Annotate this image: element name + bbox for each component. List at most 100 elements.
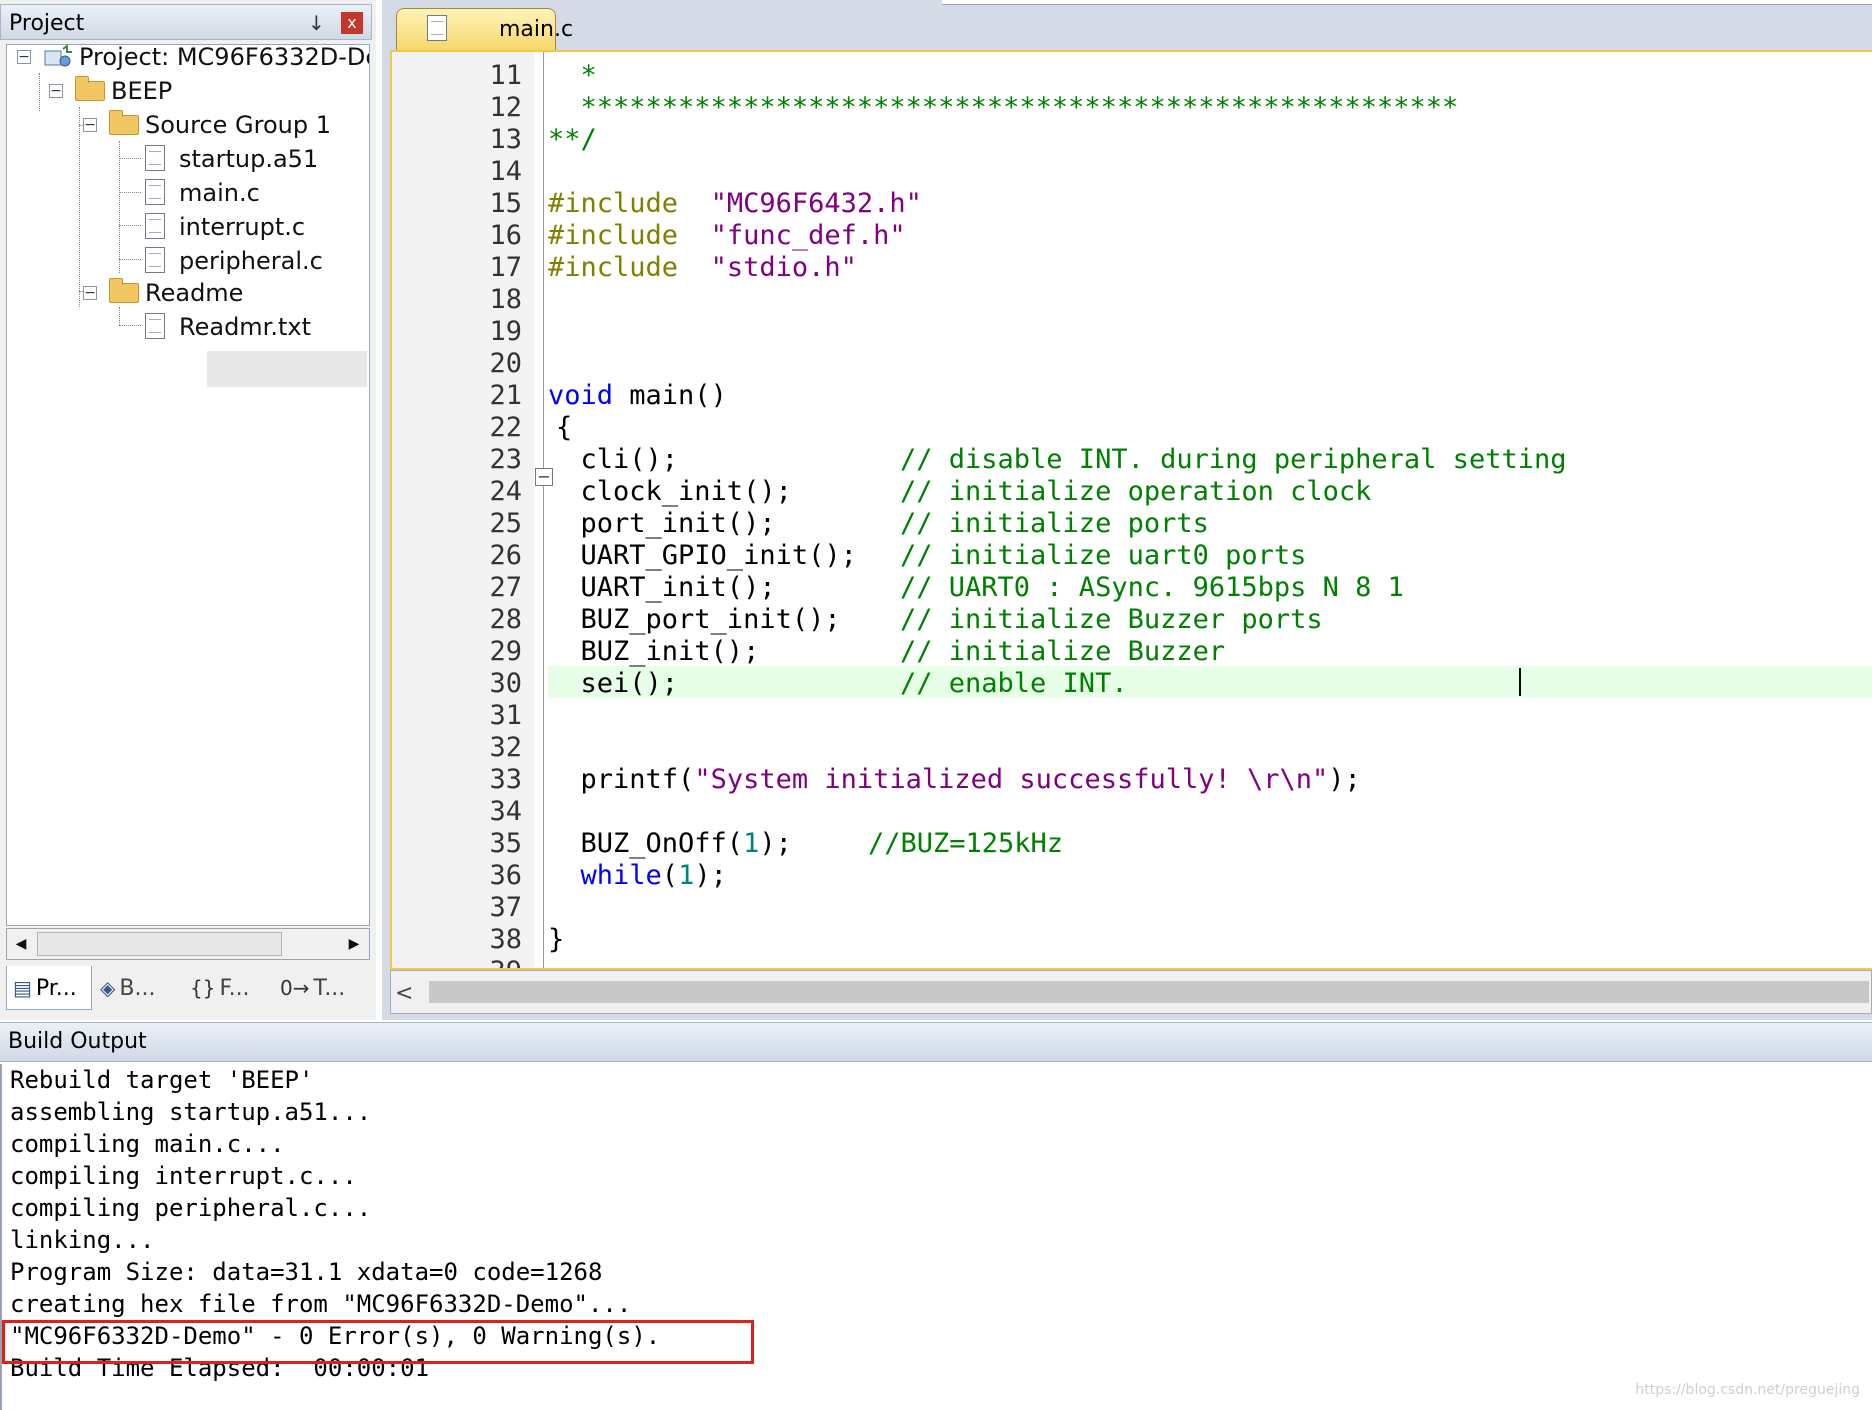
watermark: https://blog.csdn.net/preguejing (1635, 1382, 1860, 1398)
code-comment: //BUZ=125kHz (868, 828, 1064, 859)
output-line: creating hex file from "MC96F6332D-Demo"… (10, 1290, 632, 1318)
line-number: 33 (489, 764, 522, 795)
editor-area: main.c 11 12 13 14 15 16 17 18 19 20 21 … (382, 0, 1872, 1020)
code-line: BUZ_init(); (548, 636, 760, 667)
line-number: 29 (489, 636, 522, 667)
preprocessor-directive: #include (548, 252, 679, 283)
tab-label: Pr... (35, 976, 77, 1001)
string-literal: "func_def.h" (710, 220, 906, 251)
templates-icon: 0→ (280, 976, 310, 1000)
line-number: 28 (489, 604, 522, 635)
tree-item-label: Readme (145, 279, 244, 307)
collapse-icon[interactable]: − (17, 50, 31, 64)
file-icon (145, 313, 165, 339)
code-line: printf("System initialized successfully!… (548, 764, 1361, 796)
function-declaration: main() (613, 380, 727, 411)
tab-books[interactable]: ◈ B... (100, 966, 180, 1010)
tree-item-file[interactable]: interrupt.c (7, 209, 367, 245)
code-line: **/ (548, 124, 597, 155)
tree-item-file[interactable]: peripheral.c (7, 243, 367, 279)
line-number: 27 (489, 572, 522, 603)
preprocessor-directive: #include (548, 220, 679, 251)
file-icon (145, 247, 165, 273)
tab-templates[interactable]: 0→ T... (280, 966, 360, 1010)
target-folder-icon (75, 76, 105, 101)
keyword: while (548, 860, 662, 891)
code-punctuation: ( (661, 860, 679, 891)
code-line: * (548, 60, 597, 91)
keyword: void (548, 380, 614, 411)
output-line: Program Size: data=31.1 xdata=0 code=126… (10, 1258, 603, 1286)
code-line: UART_GPIO_init(); (548, 540, 857, 571)
tree-item-label: startup.a51 (179, 145, 319, 173)
code-line: } (548, 924, 565, 955)
number-literal: 1 (743, 828, 760, 859)
collapse-icon[interactable]: − (83, 286, 97, 300)
function-call: BUZ_OnOff( (548, 828, 744, 859)
line-number: 37 (489, 892, 522, 923)
tab-functions[interactable]: {} F... (190, 966, 270, 1010)
scrollbar-thumb[interactable] (429, 981, 1869, 1003)
scroll-left-icon[interactable]: ◀ (10, 933, 32, 955)
file-icon (427, 15, 447, 41)
close-icon[interactable]: x (341, 12, 363, 34)
pin-icon[interactable]: ↓ (308, 11, 325, 35)
line-number: 15 (489, 188, 522, 219)
tree-item-label: main.c (179, 179, 260, 207)
build-output-title: Build Output (8, 1029, 147, 1054)
line-number: 25 (489, 508, 522, 539)
collapse-icon[interactable]: − (49, 84, 63, 98)
code-line: UART_init(); (548, 572, 776, 603)
current-line-highlight (548, 666, 1872, 698)
tree-item-label: peripheral.c (179, 247, 323, 275)
project-panel: Project ↓ x − Project: MC96F6332D-Dem (0, 0, 376, 1020)
tree-item-project[interactable]: − Project: MC96F6332D-Dem (7, 45, 369, 75)
editor-horizontal-scrollbar[interactable]: < (390, 970, 1872, 1014)
tree-item-file-selected[interactable]: Readmr.txt (7, 309, 367, 345)
tree-item-label: BEEP (111, 77, 173, 105)
code-editor[interactable]: 11 12 13 14 15 16 17 18 19 20 21 22 23 2… (390, 50, 1872, 970)
tree-selection-highlight (207, 351, 367, 387)
tree-item-label: Readmr.txt (179, 313, 311, 341)
code-comment: // initialize operation clock (900, 476, 1372, 507)
line-number: 14 (489, 156, 522, 187)
output-line: assembling startup.a51... (10, 1098, 372, 1126)
line-number: 11 (489, 60, 522, 91)
line-number: 24 (489, 476, 522, 507)
number-literal: 1 (678, 860, 695, 891)
scrollbar-thumb[interactable] (37, 932, 282, 956)
tree-item-file[interactable]: startup.a51 (7, 141, 367, 177)
scroll-right-icon[interactable]: ▶ (343, 933, 365, 955)
text-cursor (1519, 668, 1521, 696)
code-comment: // initialize Buzzer ports (900, 604, 1323, 635)
line-number: 35 (489, 828, 522, 859)
code-punctuation: ); (759, 828, 792, 859)
project-panel-tabs: ▤ Pr... ◈ B... {} F... 0→ T... (6, 966, 370, 1014)
line-number: 16 (489, 220, 522, 251)
tree-item-file[interactable]: main.c (7, 175, 367, 211)
line-number: 17 (489, 252, 522, 283)
preprocessor-directive: #include (548, 188, 679, 219)
string-literal: "System initialized successfully! \r\n" (694, 764, 1329, 795)
line-number: 30 (489, 668, 522, 699)
tab-project[interactable]: ▤ Pr... (6, 966, 92, 1010)
line-number: 31 (489, 700, 522, 731)
code-line: #include "stdio.h" (548, 252, 857, 284)
project-tree: − Project: MC96F6332D-Dem − BEEP − Sourc… (6, 44, 370, 926)
string-literal: "MC96F6432.h" (710, 188, 922, 219)
line-number: 32 (489, 732, 522, 763)
build-output-header: Build Output (0, 1022, 1872, 1062)
line-number: 26 (489, 540, 522, 571)
tree-item-readme-group[interactable]: − Readme (7, 275, 367, 311)
tree-item-label: Source Group 1 (145, 111, 332, 139)
scroll-left-icon[interactable]: < (395, 981, 413, 1006)
collapse-icon[interactable]: − (83, 118, 97, 132)
tree-item-target[interactable]: − BEEP (7, 73, 367, 109)
tab-main-c[interactable]: main.c (396, 8, 573, 50)
code-comment: // initialize uart0 ports (900, 540, 1307, 571)
tree-horizontal-scrollbar[interactable]: ◀ ▶ (6, 928, 370, 960)
tree-item-source-group[interactable]: − Source Group 1 (7, 107, 367, 143)
code-line: BUZ_port_init(); (548, 604, 841, 635)
file-icon (145, 213, 165, 239)
line-number: 18 (489, 284, 522, 315)
